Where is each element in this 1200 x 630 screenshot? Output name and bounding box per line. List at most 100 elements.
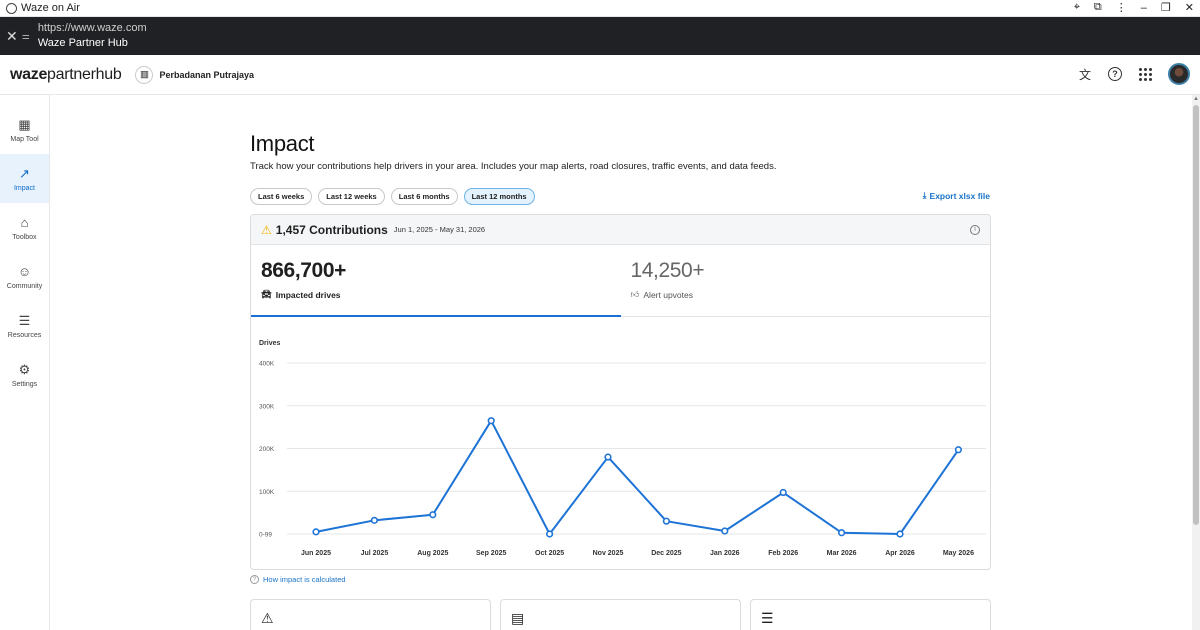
alert-add-icon: ⚠ <box>261 610 274 626</box>
help-icon[interactable]: ? <box>1108 67 1122 81</box>
card-feeds[interactable]: ☰ <box>750 599 991 630</box>
page-description: Track how your contributions help driver… <box>250 161 777 172</box>
close-window-icon[interactable]: ✕ <box>1185 1 1194 14</box>
location-icon[interactable]: ⌖ <box>1074 1 1080 14</box>
app-header: wazepartnerhub ▥ Perbadanan Putrajaya 文 … <box>0 55 1200 95</box>
sidebar-item-resources[interactable]: ☰ Resources <box>0 301 49 350</box>
x-tick-label: Nov 2025 <box>593 550 624 557</box>
restore-icon[interactable]: ❐ <box>1161 1 1171 14</box>
brand-logo[interactable]: wazepartnerhub <box>10 65 122 84</box>
metric-tab-impacted-drives[interactable]: 866,700+ 🚘︎ Impacted drives <box>251 245 621 317</box>
data-point <box>604 453 612 461</box>
main-content: Impact Track how your contributions help… <box>50 95 1200 630</box>
metric-value: 866,700+ <box>261 259 346 282</box>
x-tick-label: Jun 2025 <box>301 550 331 557</box>
org-selector[interactable]: ▥ Perbadanan Putrajaya <box>135 65 254 84</box>
window-title: Waze on Air <box>21 2 80 14</box>
window-titlebar: Waze on Air ⌖ ⧉ ⋮ – ❐ ✕ <box>0 0 1200 17</box>
impact-icon: ↗ <box>19 165 30 181</box>
card-closures[interactable]: ▤ <box>500 599 741 630</box>
sidebar-item-label: Map Tool <box>10 135 39 143</box>
data-point <box>370 516 378 524</box>
y-tick-label: 0-99 <box>259 532 272 539</box>
x-tick-label: Mar 2026 <box>827 550 857 557</box>
info-icon[interactable]: i <box>970 224 980 235</box>
url-bar: ✕ ⚌ https://www.waze.com Waze Partner Hu… <box>0 17 1200 55</box>
car-icon: 🚘︎ <box>261 289 272 299</box>
data-point <box>312 528 320 536</box>
data-point <box>896 530 904 538</box>
sidebar-item-label: Toolbox <box>12 233 37 241</box>
translate-icon[interactable]: 文 <box>1078 67 1092 82</box>
map-tool-icon: ▦ <box>18 116 31 132</box>
how-impact-label: How impact is calculated <box>263 575 346 584</box>
toolbox-icon: ⌂ <box>20 214 29 230</box>
scroll-thumb[interactable] <box>1193 105 1199 525</box>
sidebar-item-label: Community <box>6 282 43 290</box>
avatar[interactable] <box>1168 63 1190 85</box>
resources-icon: ☰ <box>18 312 31 328</box>
x-tick-label: Sep 2025 <box>476 550 506 557</box>
drives-line-chart: Drives 0-99 100K 200K 300K 400K Jun 2025 Jul 20… <box>259 340 986 557</box>
card-alerts[interactable]: ⚠ <box>250 599 491 630</box>
x-tick-label: Dec 2025 <box>651 550 681 557</box>
filter-chip-last-6-months[interactable]: Last 6 months <box>390 188 458 205</box>
contributions-count: 1,457 Contributions <box>275 222 388 237</box>
data-point <box>429 511 437 519</box>
x-tick-label: Aug 2025 <box>417 550 448 557</box>
scrollbar[interactable]: ▲ <box>1192 95 1200 630</box>
filter-chip-last-12-months[interactable]: Last 12 months <box>463 188 535 205</box>
site-settings-icon[interactable]: ⚌ <box>22 31 30 42</box>
x-tick-label: Oct 2025 <box>535 550 564 557</box>
data-point <box>546 530 554 538</box>
sidebar: ▦ Map Tool ↗ Impact ⌂ Toolbox ☺ Communit… <box>0 95 50 630</box>
data-point <box>487 417 495 425</box>
feed-icon: ☰ <box>761 610 774 626</box>
chart-area: Drives 0-99 100K 200K 300K 400K Jun 2025 Jul 20… <box>251 317 990 569</box>
question-icon: ? <box>250 575 259 584</box>
impact-card: ⚠ 1,457 Contributions Jun 1, 2025 - May … <box>250 214 991 570</box>
data-point <box>662 517 671 525</box>
menu-kebab-icon[interactable]: ⋮ <box>1116 1 1127 14</box>
metrics-tabs: 866,700+ 🚘︎ Impacted drives 14,250+ 👍︎ Ale… <box>251 245 990 317</box>
y-tick-label: 300K <box>259 403 275 410</box>
download-icon: ⤓ <box>922 190 927 200</box>
metric-tab-alert-upvotes[interactable]: 14,250+ 👍︎ Alert upvotes <box>621 245 991 316</box>
filter-chip-last-12-weeks[interactable]: Last 12 weeks <box>318 188 385 205</box>
sidebar-item-settings[interactable]: ⚙ Settings <box>0 350 49 399</box>
page-title: Impact <box>250 131 315 156</box>
period-filters: Last 6 weeks Last 12 weeks Last 6 months… <box>250 188 990 205</box>
brand-rest: partnerhub <box>47 65 122 83</box>
data-point <box>837 529 846 537</box>
y-tick-label: 100K <box>259 489 275 496</box>
community-icon: ☺ <box>17 263 32 279</box>
sidebar-item-map-tool[interactable]: ▦ Map Tool <box>0 105 49 154</box>
sidebar-item-label: Impact <box>13 184 35 192</box>
card-header: ⚠ 1,457 Contributions Jun 1, 2025 - May … <box>251 215 990 245</box>
minimize-icon[interactable]: – <box>1141 2 1147 14</box>
x-tick-label: Jul 2025 <box>361 550 389 557</box>
url-text[interactable]: https://www.waze.com <box>38 21 147 36</box>
series-line <box>315 419 960 535</box>
sidebar-item-community[interactable]: ☺ Community <box>0 252 49 301</box>
close-tab-icon[interactable]: ✕ <box>6 28 18 45</box>
sidebar-item-toolbox[interactable]: ⌂ Toolbox <box>0 203 49 252</box>
brand-bold: waze <box>10 65 48 83</box>
page-title-text: Waze Partner Hub <box>37 37 128 49</box>
metric-label: Impacted drives <box>275 289 341 300</box>
y-tick-label: 200K <box>259 446 275 453</box>
date-range: Jun 1, 2025 - May 31, 2026 <box>393 225 486 234</box>
sidebar-item-impact[interactable]: ↗ Impact <box>0 154 49 203</box>
warning-icon: ⚠ <box>261 222 272 237</box>
app-icon <box>6 2 17 14</box>
org-name: Perbadanan Putrajaya <box>159 69 254 80</box>
how-impact-link[interactable]: ? How impact is calculated <box>250 575 1200 584</box>
extension-icon[interactable]: ⧉ <box>1094 1 1102 14</box>
scroll-up-icon[interactable]: ▲ <box>1193 96 1199 102</box>
data-point <box>779 488 787 497</box>
filter-chip-last-6-weeks[interactable]: Last 6 weeks <box>250 188 313 205</box>
apps-grid-icon[interactable] <box>1138 67 1152 81</box>
export-label: Export xlsx file <box>929 190 990 201</box>
thumbs-up-icon: 👍︎ <box>630 289 640 299</box>
export-button[interactable]: ⤓ Export xlsx file <box>923 190 990 201</box>
